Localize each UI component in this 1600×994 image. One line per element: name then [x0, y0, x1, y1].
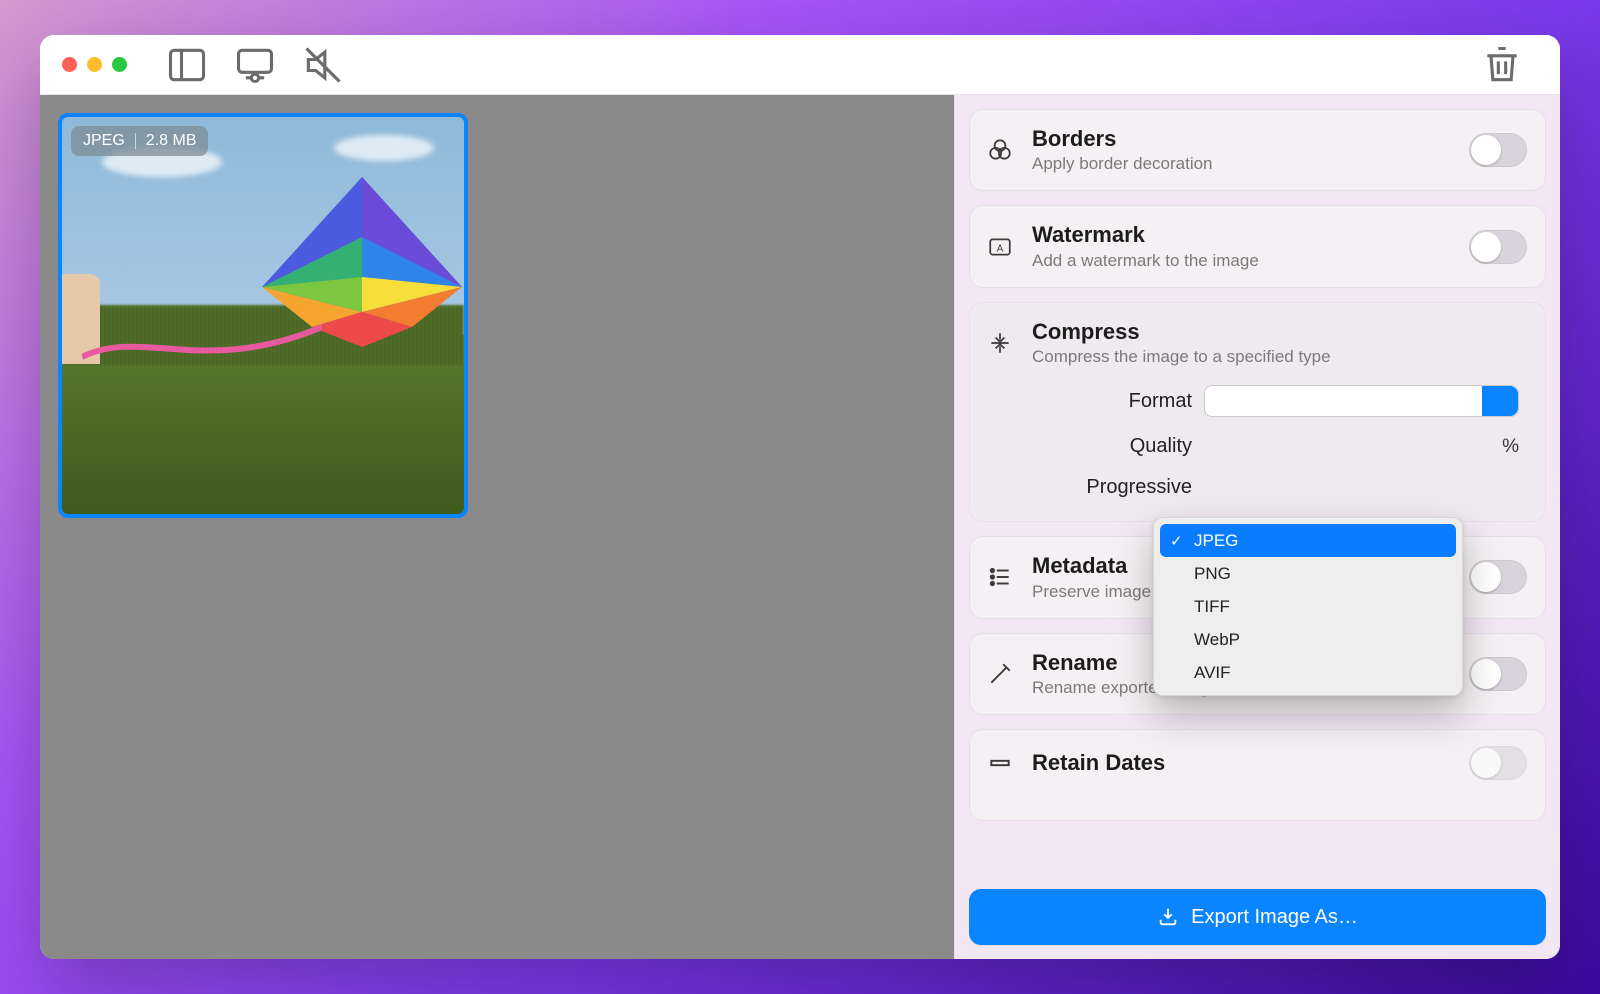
export-button-label: Export Image As… [1191, 906, 1358, 929]
rename-toggle[interactable] [1469, 657, 1527, 691]
compress-title: Compress [1032, 319, 1527, 345]
export-button[interactable]: Export Image As… [969, 889, 1546, 945]
watermark-subtitle: Add a watermark to the image [1032, 251, 1453, 271]
format-select[interactable] [1204, 385, 1519, 417]
compress-card: Compress Compress the image to a specifi… [969, 302, 1546, 522]
settings-scroll[interactable]: Borders Apply border decoration A Waterm… [955, 95, 1560, 879]
thumbnail-graphic [62, 117, 464, 514]
svg-text:A: A [997, 243, 1004, 254]
metadata-toggle[interactable] [1469, 560, 1527, 594]
window-controls [62, 57, 127, 72]
quality-value-suffix: % [1469, 436, 1519, 458]
content-split: JPEG 2.8 MB Borders Apply border decorat… [40, 95, 1560, 959]
format-dropdown-menu: ✓ JPEG PNG TIFF WebP AVIF [1153, 517, 1463, 696]
trash-button[interactable] [1480, 47, 1524, 83]
zoom-window-button[interactable] [112, 57, 127, 72]
format-label: Format [992, 390, 1192, 413]
borders-subtitle: Apply border decoration [1032, 154, 1453, 174]
compress-quality-row: Quality % [992, 435, 1519, 458]
watermark-toggle[interactable] [1469, 230, 1527, 264]
borders-title: Borders [1032, 126, 1453, 152]
format-option-jpeg[interactable]: ✓ JPEG [1160, 524, 1456, 557]
compress-icon [984, 330, 1016, 356]
titlebar [40, 35, 1560, 95]
retain-dates-title: Retain Dates [1032, 750, 1453, 776]
export-icon [1157, 906, 1179, 928]
borders-card[interactable]: Borders Apply border decoration [969, 109, 1546, 191]
mute-icon[interactable] [301, 47, 345, 83]
quality-label: Quality [992, 435, 1192, 458]
watermark-icon: A [984, 234, 1016, 260]
watermark-title: Watermark [1032, 222, 1453, 248]
format-option-png[interactable]: PNG [1160, 557, 1456, 590]
check-icon: ✓ [1170, 532, 1183, 550]
thumbnail-size-tag: 2.8 MB [146, 132, 197, 150]
image-canvas[interactable]: JPEG 2.8 MB [40, 95, 954, 959]
metadata-icon [984, 564, 1016, 590]
export-bar: Export Image As… [955, 879, 1560, 959]
compress-format-row: Format [992, 385, 1519, 417]
progressive-label: Progressive [992, 476, 1192, 499]
image-thumbnail[interactable]: JPEG 2.8 MB [58, 113, 468, 518]
compress-progressive-row: Progressive [992, 476, 1519, 499]
close-window-button[interactable] [62, 57, 77, 72]
settings-panel: Borders Apply border decoration A Waterm… [954, 95, 1560, 959]
format-option-avif[interactable]: AVIF [1160, 656, 1456, 689]
retain-dates-icon [984, 750, 1016, 776]
minimize-window-button[interactable] [87, 57, 102, 72]
retain-dates-toggle[interactable] [1469, 746, 1527, 780]
compress-subtitle: Compress the image to a specified type [1032, 347, 1527, 367]
borders-toggle[interactable] [1469, 133, 1527, 167]
borders-icon [984, 137, 1016, 163]
format-option-tiff[interactable]: TIFF [1160, 590, 1456, 623]
thumbnail-format-tag: JPEG [83, 132, 125, 150]
retain-dates-card[interactable]: Retain Dates [969, 729, 1546, 821]
watermark-card[interactable]: A Watermark Add a watermark to the image [969, 205, 1546, 287]
thumbnail-info-badge: JPEG 2.8 MB [71, 126, 208, 156]
display-settings-button[interactable] [233, 47, 277, 83]
toggle-sidebar-button[interactable] [165, 47, 209, 83]
rename-icon [984, 661, 1016, 687]
format-option-webp[interactable]: WebP [1160, 623, 1456, 656]
app-window: JPEG 2.8 MB Borders Apply border decorat… [40, 35, 1560, 959]
